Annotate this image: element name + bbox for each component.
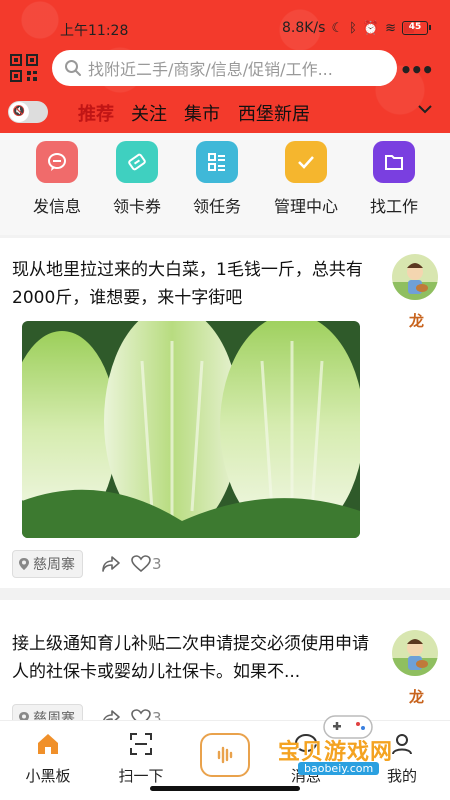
status-bar: 上午11:28 8.8K/s ☾ ᛒ ⏰ ≋ 45 — [0, 20, 450, 40]
status-icons: 8.8K/s ☾ ᛒ ⏰ ≋ 45 — [281, 20, 431, 36]
wifi-icon: ≋ — [385, 20, 396, 36]
category-nav: 🔇 推荐 关注 集市 西堡新居 — [0, 98, 450, 128]
tab-scan[interactable]: 扫一下 — [101, 731, 181, 786]
alarm-icon: ⏰ — [362, 20, 380, 36]
mute-icon: 🔇 — [9, 102, 29, 122]
chevron-down-icon[interactable] — [418, 102, 432, 116]
avatar[interactable] — [392, 630, 438, 676]
tab-market[interactable]: 集市 — [184, 100, 220, 126]
voice-post-button[interactable] — [200, 733, 250, 777]
network-speed: 8.8K/s — [281, 20, 326, 36]
avatar[interactable] — [392, 254, 438, 300]
home-icon — [38, 734, 58, 754]
quick-action-label: 领任务 — [192, 197, 241, 216]
location-text: 慈周寨 — [33, 557, 75, 573]
quick-action-label: 发信息 — [32, 197, 81, 216]
voice-icon — [217, 746, 233, 764]
heart-icon[interactable] — [131, 555, 151, 573]
location-tag[interactable]: 慈周寨 — [12, 550, 83, 578]
tab-label: 扫一下 — [118, 767, 164, 785]
folder-icon — [373, 141, 415, 183]
qr-code-icon[interactable] — [10, 54, 38, 82]
quick-actions: 发信息 领卡券 领任务 管理中心 找工作 — [0, 133, 450, 235]
message-icon — [36, 141, 78, 183]
tab-label: 小黑板 — [25, 767, 71, 785]
post-card[interactable]: 接上级通知育儿补贴二次申请提交必须使用申请人的社保卡或婴幼儿社保卡。如果不...… — [0, 600, 450, 732]
post-card[interactable]: 现从地里拉过来的大白菜，1毛钱一斤，总共有2000斤，谁想要，来十字街吧 龙 慈… — [0, 238, 450, 588]
post-footer: 慈周寨 3 — [12, 549, 162, 579]
post-image-cabbage[interactable] — [22, 321, 360, 538]
location-pin-icon — [19, 558, 29, 570]
battery-icon: 45 — [402, 21, 431, 35]
moon-icon: ☾ — [331, 20, 344, 36]
sound-toggle[interactable]: 🔇 — [8, 101, 48, 123]
home-indicator[interactable] — [150, 786, 300, 791]
watermark-url: baobeiy.com — [298, 762, 380, 775]
app-header: 上午11:28 8.8K/s ☾ ᛒ ⏰ ≋ 45 找附近二手/商家/信息/促销… — [0, 0, 450, 133]
quick-action-label: 管理中心 — [273, 197, 338, 216]
quick-action-coupons[interactable]: 领卡券 — [97, 141, 177, 217]
author-name[interactable]: 龙 — [409, 686, 424, 707]
share-icon[interactable] — [101, 555, 121, 573]
watermark: 宝贝游戏网 baobeiy.com — [268, 712, 438, 788]
quick-action-tasks[interactable]: 领任务 — [177, 141, 257, 217]
quick-action-label: 找工作 — [369, 197, 418, 216]
tab-xibao-xinju[interactable]: 西堡新居 — [238, 100, 310, 126]
bluetooth-icon: ᛒ — [349, 20, 357, 36]
quick-action-post-info[interactable]: 发信息 — [17, 141, 97, 217]
post-text: 现从地里拉过来的大白菜，1毛钱一斤，总共有2000斤，谁想要，来十字街吧 — [12, 260, 363, 308]
search-placeholder: 找附近二手/商家/信息/促销/工作... — [88, 60, 333, 79]
author-name[interactable]: 龙 — [409, 310, 424, 331]
like-count: 3 — [152, 555, 162, 573]
coupon-icon — [116, 141, 158, 183]
search-icon — [65, 60, 81, 76]
tab-follow[interactable]: 关注 — [131, 100, 167, 126]
check-icon — [285, 141, 327, 183]
battery-level: 45 — [408, 22, 422, 32]
search-input[interactable]: 找附近二手/商家/信息/促销/工作... — [52, 50, 397, 86]
scan-icon — [130, 733, 152, 755]
task-list-icon — [196, 141, 238, 183]
more-options-icon[interactable]: ••• — [400, 58, 434, 82]
quick-action-label: 领卡券 — [112, 197, 161, 216]
quick-action-find-job[interactable]: 找工作 — [354, 141, 434, 217]
quick-action-management[interactable]: 管理中心 — [266, 141, 346, 217]
tab-blackboard[interactable]: 小黑板 — [8, 731, 88, 786]
tab-recommend[interactable]: 推荐 — [78, 100, 114, 126]
status-time: 上午11:28 — [60, 23, 129, 39]
post-text: 接上级通知育儿补贴二次申请提交必须使用申请人的社保卡或婴幼儿社保卡。如果不... — [12, 634, 369, 682]
